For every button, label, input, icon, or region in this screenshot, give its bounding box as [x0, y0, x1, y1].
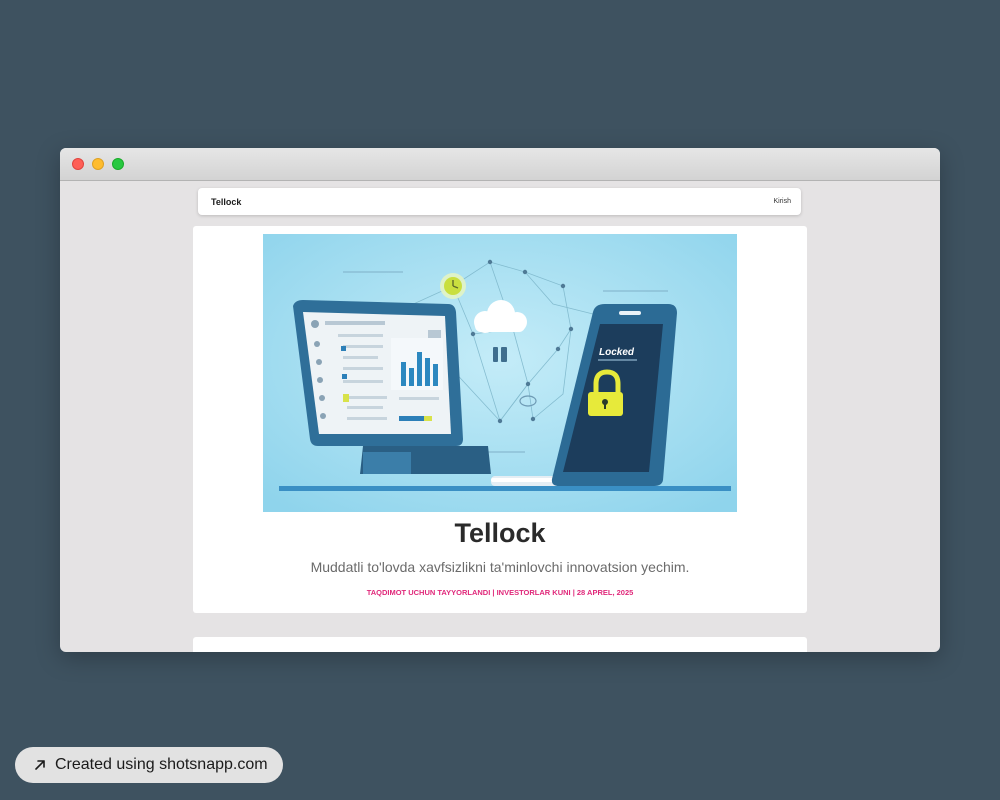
- login-link[interactable]: Kirish: [773, 198, 791, 205]
- next-section-card: [193, 637, 807, 652]
- browser-window: Tellock Kirish Locked Tellock Muddatli t…: [60, 148, 940, 652]
- hero-subtitle: Muddatli to'lovda xavfsizlikni ta'minlov…: [310, 559, 690, 575]
- close-window-button[interactable]: [72, 158, 84, 170]
- brand-logo[interactable]: Tellock: [211, 197, 241, 207]
- shotsnapp-credit-badge[interactable]: Created using shotsnapp.com: [15, 747, 283, 783]
- badge-label: Created using shotsnapp.com: [55, 756, 268, 773]
- hero-illustration: Locked: [263, 234, 737, 512]
- window-titlebar: [60, 148, 940, 181]
- phone-lock-label: Locked: [599, 347, 635, 358]
- page-viewport: Tellock Kirish Locked Tellock Muddatli t…: [60, 181, 940, 652]
- arrow-up-right-icon: [35, 760, 45, 770]
- maximize-window-button[interactable]: [112, 158, 124, 170]
- site-navbar: Tellock Kirish: [198, 188, 801, 215]
- clock-icon: [440, 273, 466, 299]
- hero-meta-line: TAQDIMOT UCHUN TAYYORLANDI | INVESTORLAR…: [366, 588, 634, 597]
- hero-title: Tellock: [454, 518, 546, 548]
- minimize-window-button[interactable]: [92, 158, 104, 170]
- hero-card: Locked Tellock Muddatli to'lovda xavfsiz…: [193, 226, 807, 613]
